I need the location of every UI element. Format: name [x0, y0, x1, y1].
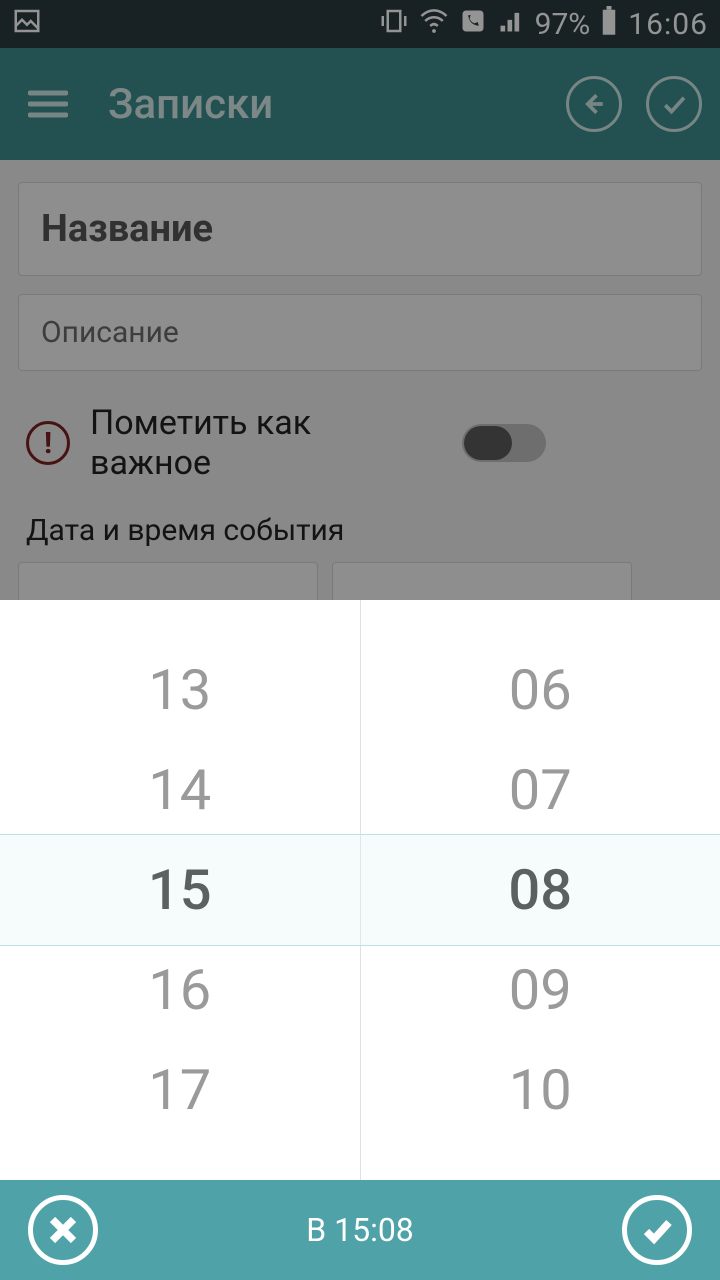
- minute-option[interactable]: 07: [508, 740, 572, 840]
- hour-wheel[interactable]: 1314151617: [0, 600, 360, 1180]
- minute-option[interactable]: 10: [508, 1040, 572, 1140]
- picker-action-bar: В 15:08: [0, 1180, 720, 1280]
- minute-option[interactable]: 09: [508, 940, 572, 1040]
- hour-option[interactable]: 16: [148, 940, 212, 1040]
- hour-option[interactable]: 15: [148, 840, 212, 940]
- ok-button[interactable]: [622, 1195, 692, 1265]
- hour-option[interactable]: 17: [148, 1040, 212, 1140]
- hour-option[interactable]: 13: [148, 640, 212, 740]
- hour-option[interactable]: 14: [148, 740, 212, 840]
- selected-time-label: В 15:08: [306, 1211, 414, 1249]
- minute-wheel[interactable]: 0607080910: [360, 600, 720, 1180]
- cancel-button[interactable]: [28, 1195, 98, 1265]
- minute-option[interactable]: 08: [508, 840, 572, 940]
- minute-option[interactable]: 06: [508, 640, 572, 740]
- time-picker-sheet: 1314151617 0607080910 В 15:08: [0, 600, 720, 1280]
